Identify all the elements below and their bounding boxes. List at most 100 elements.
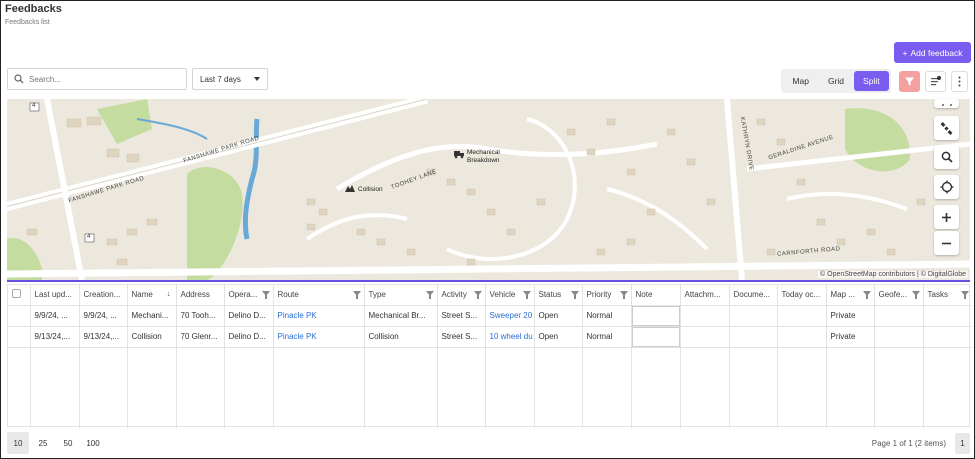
satellite-button[interactable] <box>934 116 959 140</box>
view-map-button[interactable]: Map <box>783 71 818 91</box>
page-title: Feedbacks <box>5 3 62 15</box>
page-size-option[interactable]: 100 <box>82 432 104 454</box>
crosshair-icon <box>940 180 953 194</box>
column-divider <box>826 346 827 428</box>
column-header[interactable]: Priority <box>582 285 632 306</box>
zoom-in-button[interactable] <box>934 205 959 229</box>
column-header[interactable]: Creation... <box>79 285 128 306</box>
column-divider <box>224 346 225 428</box>
page-size-option[interactable]: 25 <box>32 432 54 454</box>
map-marker-collision[interactable]: Collision <box>344 184 383 194</box>
add-feedback-button[interactable]: + Add feedback <box>894 42 971 63</box>
column-divider <box>485 346 486 428</box>
column-divider <box>729 346 730 428</box>
column-header[interactable]: Address <box>176 285 225 306</box>
column-header[interactable]: Note <box>631 285 681 306</box>
filter-icon[interactable] <box>862 291 871 299</box>
page-size-option[interactable]: 50 <box>57 432 79 454</box>
route-link[interactable]: Pinacle PK <box>273 326 365 348</box>
note-cell[interactable] <box>631 305 681 327</box>
view-grid-button[interactable]: Grid <box>818 71 853 91</box>
split-divider[interactable] <box>7 280 970 282</box>
zoom-out-button[interactable] <box>934 231 959 255</box>
search-icon <box>941 151 953 163</box>
map-search-button[interactable] <box>934 145 959 169</box>
filter-icon[interactable] <box>261 291 270 299</box>
page-size-option[interactable]: 10 <box>7 432 29 454</box>
search-input[interactable] <box>29 74 179 84</box>
select-all-header[interactable] <box>8 285 31 306</box>
filter-icon[interactable] <box>522 291 531 299</box>
column-header[interactable]: Route <box>273 285 365 306</box>
filter-icon[interactable] <box>961 291 969 299</box>
table-cell: 9/9/24, ... <box>79 305 128 327</box>
more-options-button[interactable] <box>951 71 968 92</box>
column-header[interactable]: Type <box>364 285 438 306</box>
truck-icon <box>454 151 464 159</box>
filter-icon[interactable] <box>911 291 920 299</box>
vehicle-link[interactable]: 10 wheel du <box>485 326 535 348</box>
filter-icon[interactable] <box>570 291 579 299</box>
filter-icon[interactable] <box>473 291 482 299</box>
column-divider <box>176 346 177 428</box>
note-cell[interactable] <box>631 326 681 348</box>
column-header[interactable]: Docume... <box>729 285 778 306</box>
vehicle-link[interactable]: Sweeper 20 <box>485 305 535 327</box>
table-cell <box>874 305 924 327</box>
map-view[interactable]: FANSHAWE PARK ROAD FANSHAWE PARK ROAD TO… <box>7 99 970 280</box>
view-split-button[interactable]: Split <box>853 71 889 91</box>
page-subtitle: Feedbacks list <box>5 19 50 26</box>
table-cell: Street S... <box>437 326 486 348</box>
table-row[interactable]: 9/9/24, ... 9/9/24, ... Mechani... 70 To… <box>8 305 972 327</box>
column-divider <box>777 346 778 428</box>
column-header[interactable]: Status <box>534 285 583 306</box>
column-header[interactable]: Map ... <box>826 285 875 306</box>
page-number-button[interactable]: 1 <box>955 433 970 454</box>
table-cell: 9/9/24, ... <box>30 305 80 327</box>
table-cell: Open <box>534 326 583 348</box>
row-select-cell[interactable] <box>8 326 31 348</box>
search-box[interactable] <box>7 68 187 90</box>
column-header[interactable]: Tasks <box>923 285 972 306</box>
list-settings-icon <box>931 76 941 86</box>
column-divider <box>79 346 80 428</box>
table-cell: Private <box>826 326 875 348</box>
table-cell: 70 Glenr... <box>176 326 225 348</box>
column-header[interactable]: Attachm... <box>680 285 730 306</box>
table-cell: Normal <box>582 305 632 327</box>
column-header[interactable]: Today oc... <box>777 285 827 306</box>
sort-down-icon[interactable]: ↓ <box>167 289 171 298</box>
column-divider <box>534 346 535 428</box>
filter-icon[interactable] <box>619 291 628 299</box>
plus-icon: + <box>902 47 908 58</box>
locate-button[interactable] <box>934 175 959 199</box>
column-header[interactable]: Vehicle <box>485 285 535 306</box>
add-feedback-label: Add feedback <box>910 47 963 58</box>
column-chooser-button[interactable] <box>925 71 946 92</box>
filter-button[interactable] <box>899 71 920 92</box>
column-divider <box>874 346 875 428</box>
filter-icon[interactable] <box>425 291 434 299</box>
marker-label: Mechanical <box>467 149 500 156</box>
filter-icon <box>905 77 914 86</box>
route-link[interactable]: Pinacle PK <box>273 305 365 327</box>
row-select-cell[interactable] <box>8 305 31 327</box>
column-header[interactable]: Opera... <box>224 285 274 306</box>
header-row: Last upd... Creation... Name ↓ Address Op… <box>8 285 972 306</box>
date-range-select[interactable]: Last 7 days <box>192 68 268 90</box>
kebab-menu-icon <box>958 76 961 87</box>
filter-icon[interactable] <box>352 291 361 299</box>
table-cell <box>729 326 778 348</box>
column-header[interactable]: Activity <box>437 285 486 306</box>
fullscreen-button[interactable] <box>934 99 959 108</box>
table-cell <box>777 305 827 327</box>
map-marker-mechanical[interactable]: Mechanical Breakdown <box>453 149 500 165</box>
feedback-table: Last upd... Creation... Name ↓ Address Op… <box>8 285 972 348</box>
table-cell <box>923 305 972 327</box>
table-row[interactable]: 9/13/24,... 9/13/24,... Collision 70 Gle… <box>8 326 972 348</box>
column-header[interactable]: Geofe... <box>874 285 924 306</box>
column-divider <box>437 346 438 428</box>
column-header[interactable]: Last upd... <box>30 285 80 306</box>
select-all-checkbox[interactable] <box>12 289 21 299</box>
column-header[interactable]: Name ↓ <box>127 285 177 306</box>
